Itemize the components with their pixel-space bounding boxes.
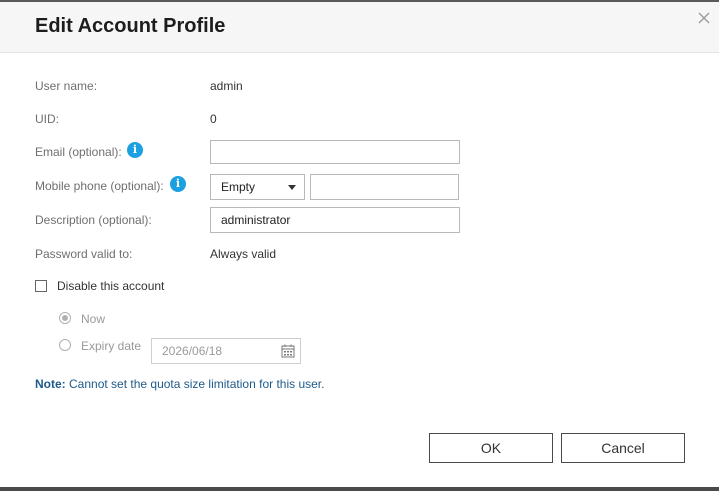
radio-expiry-label: Expiry date: [81, 339, 142, 353]
calendar-icon[interactable]: [281, 344, 295, 358]
mobile-phone-label: Mobile phone (optional):: [35, 179, 164, 193]
note-text: Cannot set the quota size limitation for…: [65, 377, 325, 391]
dialog-header: Edit Account Profile: [0, 2, 719, 53]
radio-now[interactable]: [59, 312, 71, 324]
quota-note: Note: Cannot set the quota size limitati…: [35, 377, 324, 391]
mobile-info-icon[interactable]: i: [170, 176, 186, 192]
close-icon[interactable]: [696, 10, 712, 26]
cancel-button[interactable]: Cancel: [561, 433, 685, 463]
password-valid-value: Always valid: [210, 247, 277, 261]
mobile-country-select[interactable]: Empty: [210, 174, 305, 200]
uid-value: 0: [210, 112, 217, 126]
disable-account-label: Disable this account: [57, 279, 165, 293]
edit-account-dialog: Edit Account Profile User name: admin UI…: [0, 2, 719, 487]
mobile-phone-field[interactable]: [310, 174, 459, 200]
email-info-icon[interactable]: i: [127, 142, 143, 158]
uid-label: UID:: [35, 112, 59, 126]
expiry-date-field[interactable]: 2026/06/18: [151, 338, 301, 364]
description-field[interactable]: administrator: [210, 207, 460, 233]
ok-button[interactable]: OK: [429, 433, 553, 463]
radio-expiry-date[interactable]: [59, 339, 71, 351]
dialog-title: Edit Account Profile: [35, 15, 226, 37]
note-prefix: Note:: [35, 377, 66, 391]
username-value: admin: [210, 79, 243, 93]
email-label: Email (optional):: [35, 145, 122, 159]
chevron-down-icon: [288, 185, 296, 190]
username-label: User name:: [35, 79, 98, 93]
description-label: Description (optional):: [35, 213, 152, 227]
radio-now-label: Now: [81, 312, 106, 326]
email-field[interactable]: [210, 140, 460, 164]
mobile-country-selected: Empty: [221, 180, 256, 194]
disable-account-checkbox[interactable]: [35, 280, 47, 292]
password-valid-label: Password valid to:: [35, 247, 133, 261]
backdrop-strip-bottom: [0, 487, 719, 491]
radio-selected-dot: [62, 315, 68, 321]
expiry-date-value: 2026/06/18: [162, 344, 223, 358]
